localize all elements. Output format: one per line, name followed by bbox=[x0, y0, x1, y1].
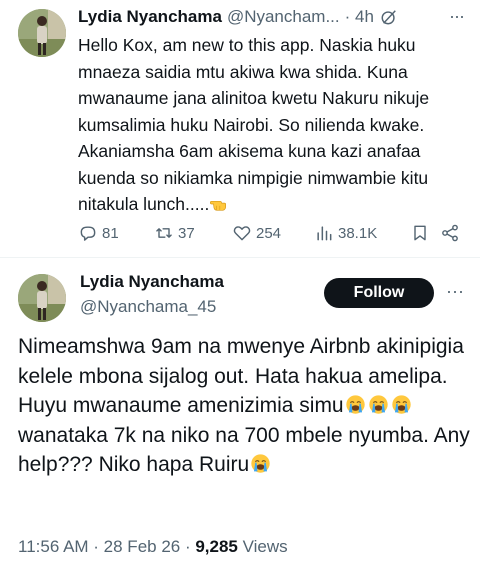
tweet-body: Hello Kox, am new to this app. Naskia hu… bbox=[78, 35, 430, 214]
tweet-text: Nimeamshwa 9am na mwenye Airbnb akinipig… bbox=[18, 332, 472, 480]
views-count: 9,285 bbox=[195, 537, 238, 556]
tweet-text: Hello Kox, am new to this app. Naskia hu… bbox=[78, 32, 470, 218]
tweet-header: Lydia Nyanchama @Nyancham... · 4h bbox=[78, 6, 466, 28]
reply-button[interactable]: 81 bbox=[78, 223, 154, 243]
bookmark-button[interactable] bbox=[410, 223, 440, 243]
more-icon[interactable]: ··· bbox=[449, 6, 465, 27]
author-handle[interactable]: @Nyanchama_45 bbox=[80, 297, 216, 317]
like-count: 254 bbox=[256, 224, 282, 242]
pointing-hand-emoji bbox=[210, 200, 227, 211]
views-button[interactable]: 38.1K bbox=[314, 223, 410, 243]
author-handle[interactable]: @Nyancham... bbox=[227, 7, 340, 27]
author-name[interactable]: Lydia Nyanchama bbox=[78, 7, 222, 27]
author-name[interactable]: Lydia Nyanchama bbox=[80, 272, 224, 292]
crying-emoji bbox=[368, 395, 388, 414]
repost-button[interactable]: 37 bbox=[154, 223, 232, 243]
follow-button[interactable]: Follow bbox=[324, 278, 434, 308]
share-icon bbox=[442, 224, 458, 242]
tweet-timestamp[interactable]: 11:56 AM · 28 Feb 26 · bbox=[18, 537, 195, 556]
share-button[interactable] bbox=[440, 223, 460, 243]
like-button[interactable]: 254 bbox=[232, 223, 314, 243]
views-count: 38.1K bbox=[338, 224, 378, 242]
avatar-photo bbox=[18, 274, 66, 322]
reply-icon bbox=[80, 226, 96, 241]
tweet-body-part2: wanataka 7k na niko na 700 mbele nyumba.… bbox=[18, 423, 470, 477]
repost-icon bbox=[156, 228, 172, 238]
reply-count: 81 bbox=[102, 224, 119, 242]
repost-count: 37 bbox=[178, 224, 195, 242]
avatar[interactable] bbox=[18, 274, 66, 322]
tweet-reply: Lydia Nyanchama @Nyancham... · 4h ··· He… bbox=[0, 0, 480, 258]
tweet-divider bbox=[0, 257, 480, 258]
tweet-metadata: 11:56 AM · 28 Feb 26 · 9,285 Views bbox=[18, 537, 288, 557]
views-icon bbox=[317, 226, 332, 241]
tweet-actions: 81 37 254 38.1K bbox=[78, 220, 468, 246]
like-icon bbox=[233, 226, 251, 241]
avatar-photo bbox=[18, 9, 66, 57]
tweet-time[interactable]: · 4h bbox=[345, 7, 374, 27]
more-icon[interactable]: ··· bbox=[446, 281, 464, 302]
crying-emoji bbox=[391, 395, 411, 414]
grok-icon[interactable] bbox=[380, 8, 398, 26]
crying-emoji bbox=[251, 454, 270, 473]
crying-emoji bbox=[345, 395, 365, 414]
avatar[interactable] bbox=[18, 9, 66, 57]
bookmark-icon bbox=[414, 225, 426, 241]
views-label: Views bbox=[237, 537, 288, 556]
